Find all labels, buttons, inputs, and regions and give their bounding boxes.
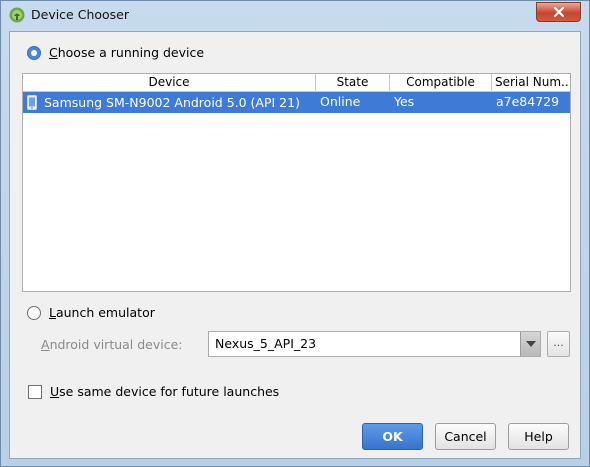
- state-cell: Online: [320, 94, 361, 109]
- dropdown-arrow[interactable]: [520, 332, 540, 356]
- browse-avd-button[interactable]: ...: [547, 331, 570, 357]
- cancel-button[interactable]: Cancel: [435, 423, 496, 450]
- dialog-body: Choose a running device Device State Com…: [9, 31, 581, 459]
- avd-select-value: Nexus_5_API_23: [215, 336, 317, 351]
- same-device-option[interactable]: Use same device for future launches: [28, 384, 279, 399]
- same-device-label: Use same device for future launches: [50, 384, 280, 399]
- help-button[interactable]: Help: [508, 423, 569, 450]
- device-name: Samsung SM-N9002 Android 5.0 (API 21): [44, 94, 300, 110]
- title-bar[interactable]: Device Chooser: [1, 1, 589, 29]
- launch-emulator-label: Launch emulator: [49, 305, 155, 320]
- table-row[interactable]: Samsung SM-N9002 Android 5.0 (API 21) On…: [23, 92, 570, 113]
- serial-cell: a7e84729: [496, 94, 560, 109]
- launch-emulator-option[interactable]: Launch emulator: [27, 305, 155, 320]
- android-studio-icon: [9, 7, 25, 23]
- column-header-serial[interactable]: Serial Num...: [492, 74, 570, 92]
- device-table[interactable]: Device State Compatible Serial Num... Sa…: [22, 73, 571, 292]
- close-icon: [553, 6, 564, 18]
- phone-icon: [27, 95, 37, 110]
- same-device-checkbox[interactable]: [28, 384, 42, 399]
- ok-button[interactable]: OK: [362, 423, 423, 450]
- device-chooser-window: Device Chooser Choose a running device D…: [0, 0, 590, 467]
- choose-running-device-label: Choose a running device: [49, 45, 205, 60]
- column-header-state[interactable]: State: [316, 74, 390, 92]
- close-button[interactable]: [536, 2, 581, 22]
- compatible-cell: Yes: [394, 94, 415, 109]
- device-cell: Samsung SM-N9002 Android 5.0 (API 21): [23, 92, 316, 113]
- chevron-down-icon: [525, 341, 536, 347]
- column-header-compatible[interactable]: Compatible: [390, 74, 492, 92]
- window-title: Device Chooser: [31, 7, 130, 22]
- device-table-header: Device State Compatible Serial Num...: [23, 74, 570, 92]
- avd-select[interactable]: Nexus_5_API_23: [208, 331, 541, 357]
- choose-running-device-radio[interactable]: [27, 45, 41, 60]
- choose-running-device-option[interactable]: Choose a running device: [27, 45, 204, 60]
- avd-label: Android virtual device:: [41, 337, 183, 352]
- column-header-device[interactable]: Device: [23, 74, 316, 92]
- launch-emulator-radio[interactable]: [27, 305, 41, 320]
